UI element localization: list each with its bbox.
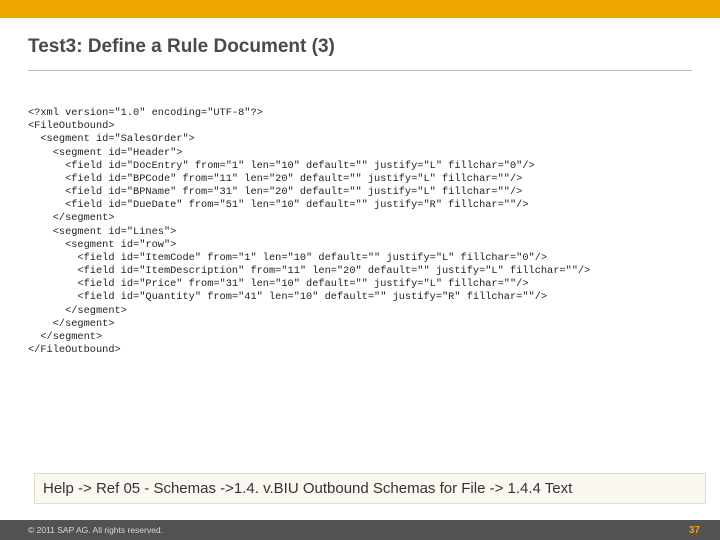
copyright-text: © 2011 SAP AG. All rights reserved. <box>28 525 163 535</box>
slide: Test3: Define a Rule Document (3) <?xml … <box>0 0 720 540</box>
slide-title: Test3: Define a Rule Document (3) <box>0 18 720 64</box>
brand-accent-bar <box>0 0 720 18</box>
xml-code-block: <?xml version="1.0" encoding="UTF-8"?> <… <box>28 107 692 357</box>
page-number: 37 <box>689 525 700 536</box>
help-navigation-text: Help -> Ref 05 - Schemas ->1.4. v.BIU Ou… <box>34 473 706 504</box>
footer: © 2011 SAP AG. All rights reserved. 37 <box>0 520 720 540</box>
title-divider <box>28 70 692 71</box>
